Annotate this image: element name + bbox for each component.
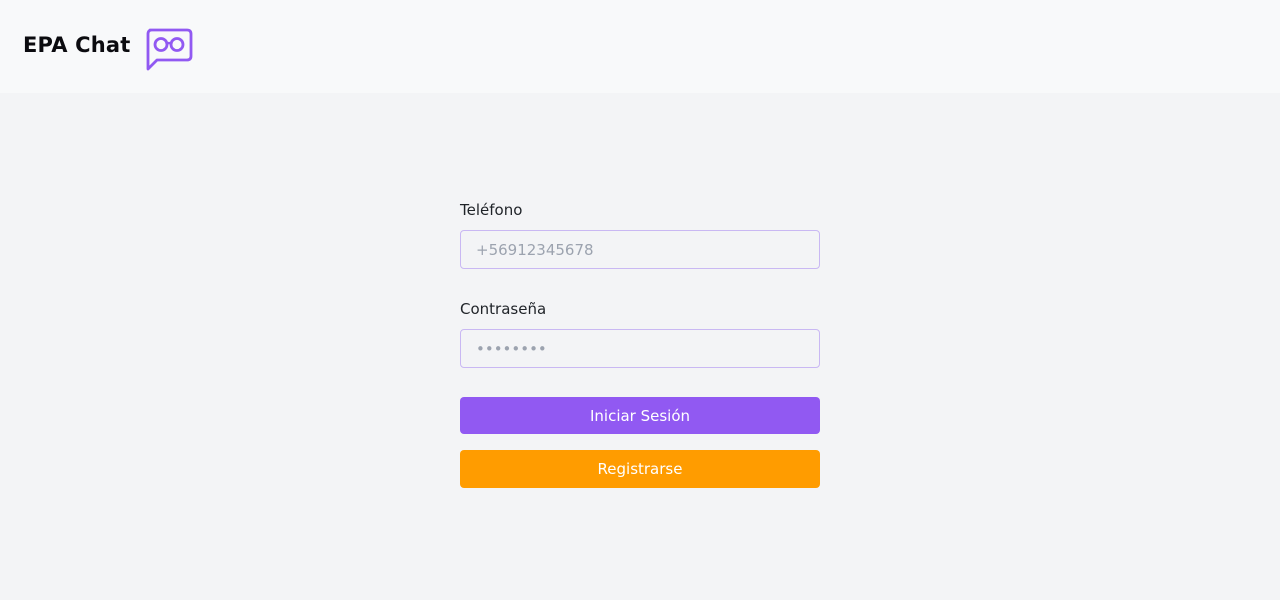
password-field-group: Contraseña bbox=[460, 300, 820, 368]
phone-label: Teléfono bbox=[460, 201, 523, 219]
password-label: Contraseña bbox=[460, 300, 547, 318]
app-title: EPA Chat bbox=[23, 33, 131, 57]
login-button[interactable]: Iniciar Sesión bbox=[460, 397, 820, 434]
app-header: EPA Chat bbox=[0, 0, 1280, 93]
main-content: Teléfono Contraseña Iniciar Sesión Regis… bbox=[0, 93, 1280, 600]
phone-input[interactable] bbox=[460, 230, 820, 269]
register-button[interactable]: Registrarse bbox=[460, 450, 820, 488]
phone-field-group: Teléfono bbox=[460, 201, 820, 269]
chat-bubble-glasses-icon bbox=[146, 28, 193, 71]
password-input[interactable] bbox=[460, 329, 820, 368]
